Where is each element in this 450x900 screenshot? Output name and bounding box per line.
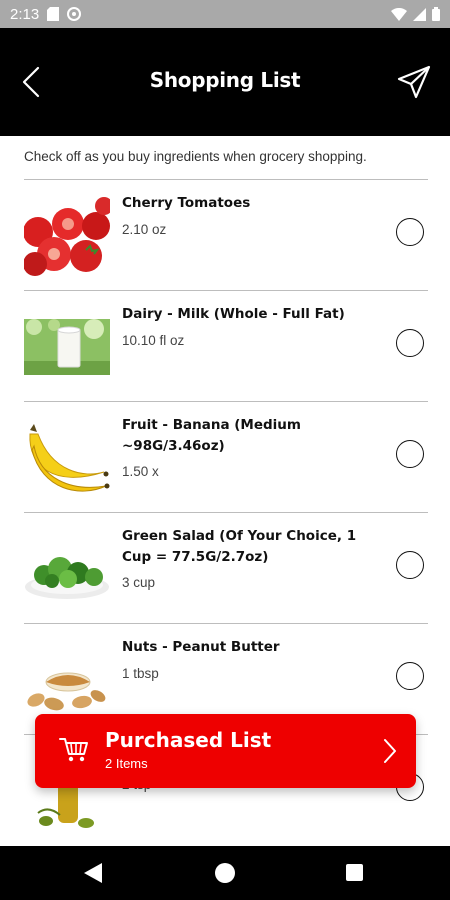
- list-item[interactable]: Green Salad (Of Your Choice, 1 Cup = 77.…: [24, 512, 428, 623]
- item-name: Green Salad (Of Your Choice, 1 Cup = 77.…: [122, 528, 357, 565]
- item-checkbox[interactable]: [396, 662, 424, 690]
- app-bar: Shopping List: [0, 28, 450, 136]
- item-quantity: 2.10 oz: [122, 222, 167, 237]
- milk-image: [24, 319, 110, 375]
- send-icon[interactable]: [396, 64, 432, 100]
- instructions-text: Check off as you buy ingredients when gr…: [24, 149, 367, 164]
- system-nav-bar: [0, 846, 450, 900]
- nav-back-icon[interactable]: [84, 863, 102, 883]
- purchased-list-title: Purchased List: [105, 728, 272, 752]
- item-name: Cherry Tomatoes: [122, 195, 251, 211]
- sd-card-icon: [47, 7, 60, 21]
- sync-icon: [67, 7, 82, 21]
- item-quantity: 1 tbsp: [122, 666, 159, 681]
- nav-home-icon[interactable]: [215, 863, 235, 883]
- banana-image: [29, 424, 110, 492]
- item-name: Dairy - Milk (Whole - Full Fat): [122, 306, 345, 322]
- item-quantity: 3 cup: [122, 575, 156, 590]
- item-checkbox[interactable]: [396, 329, 424, 357]
- cellular-icon: [413, 7, 426, 21]
- cart-icon: [59, 738, 88, 762]
- green-salad-image: [25, 557, 109, 599]
- item-name: Nuts - Peanut Butter: [122, 639, 280, 655]
- cherry-tomatoes-image: [24, 194, 110, 278]
- status-time: 2:13: [10, 5, 40, 23]
- item-checkbox[interactable]: [396, 440, 424, 468]
- peanut-butter-image: [27, 672, 106, 711]
- list-item[interactable]: Fruit - Banana (Medium ~98G/3.46oz) 1.50…: [24, 401, 428, 512]
- item-name: Fruit - Banana (Medium ~98G/3.46oz): [122, 417, 301, 454]
- purchased-count: 2 Items: [105, 756, 148, 771]
- nav-recents-icon[interactable]: [346, 864, 363, 881]
- item-quantity: 1.50 x: [122, 464, 159, 479]
- item-checkbox[interactable]: [396, 551, 424, 579]
- wifi-icon: [391, 7, 407, 21]
- purchased-list-button[interactable]: Purchased List 2 Items: [35, 714, 416, 788]
- status-bar: 2:13: [0, 0, 450, 28]
- list-item[interactable]: Dairy - Milk (Whole - Full Fat) 10.10 fl…: [24, 290, 428, 401]
- item-quantity: 10.10 fl oz: [122, 333, 185, 348]
- list-item[interactable]: Cherry Tomatoes 2.10 oz: [24, 179, 428, 290]
- page-title: Shopping List: [149, 68, 301, 92]
- chevron-right-icon: [384, 739, 396, 763]
- battery-icon: [432, 7, 440, 21]
- item-checkbox[interactable]: [396, 218, 424, 246]
